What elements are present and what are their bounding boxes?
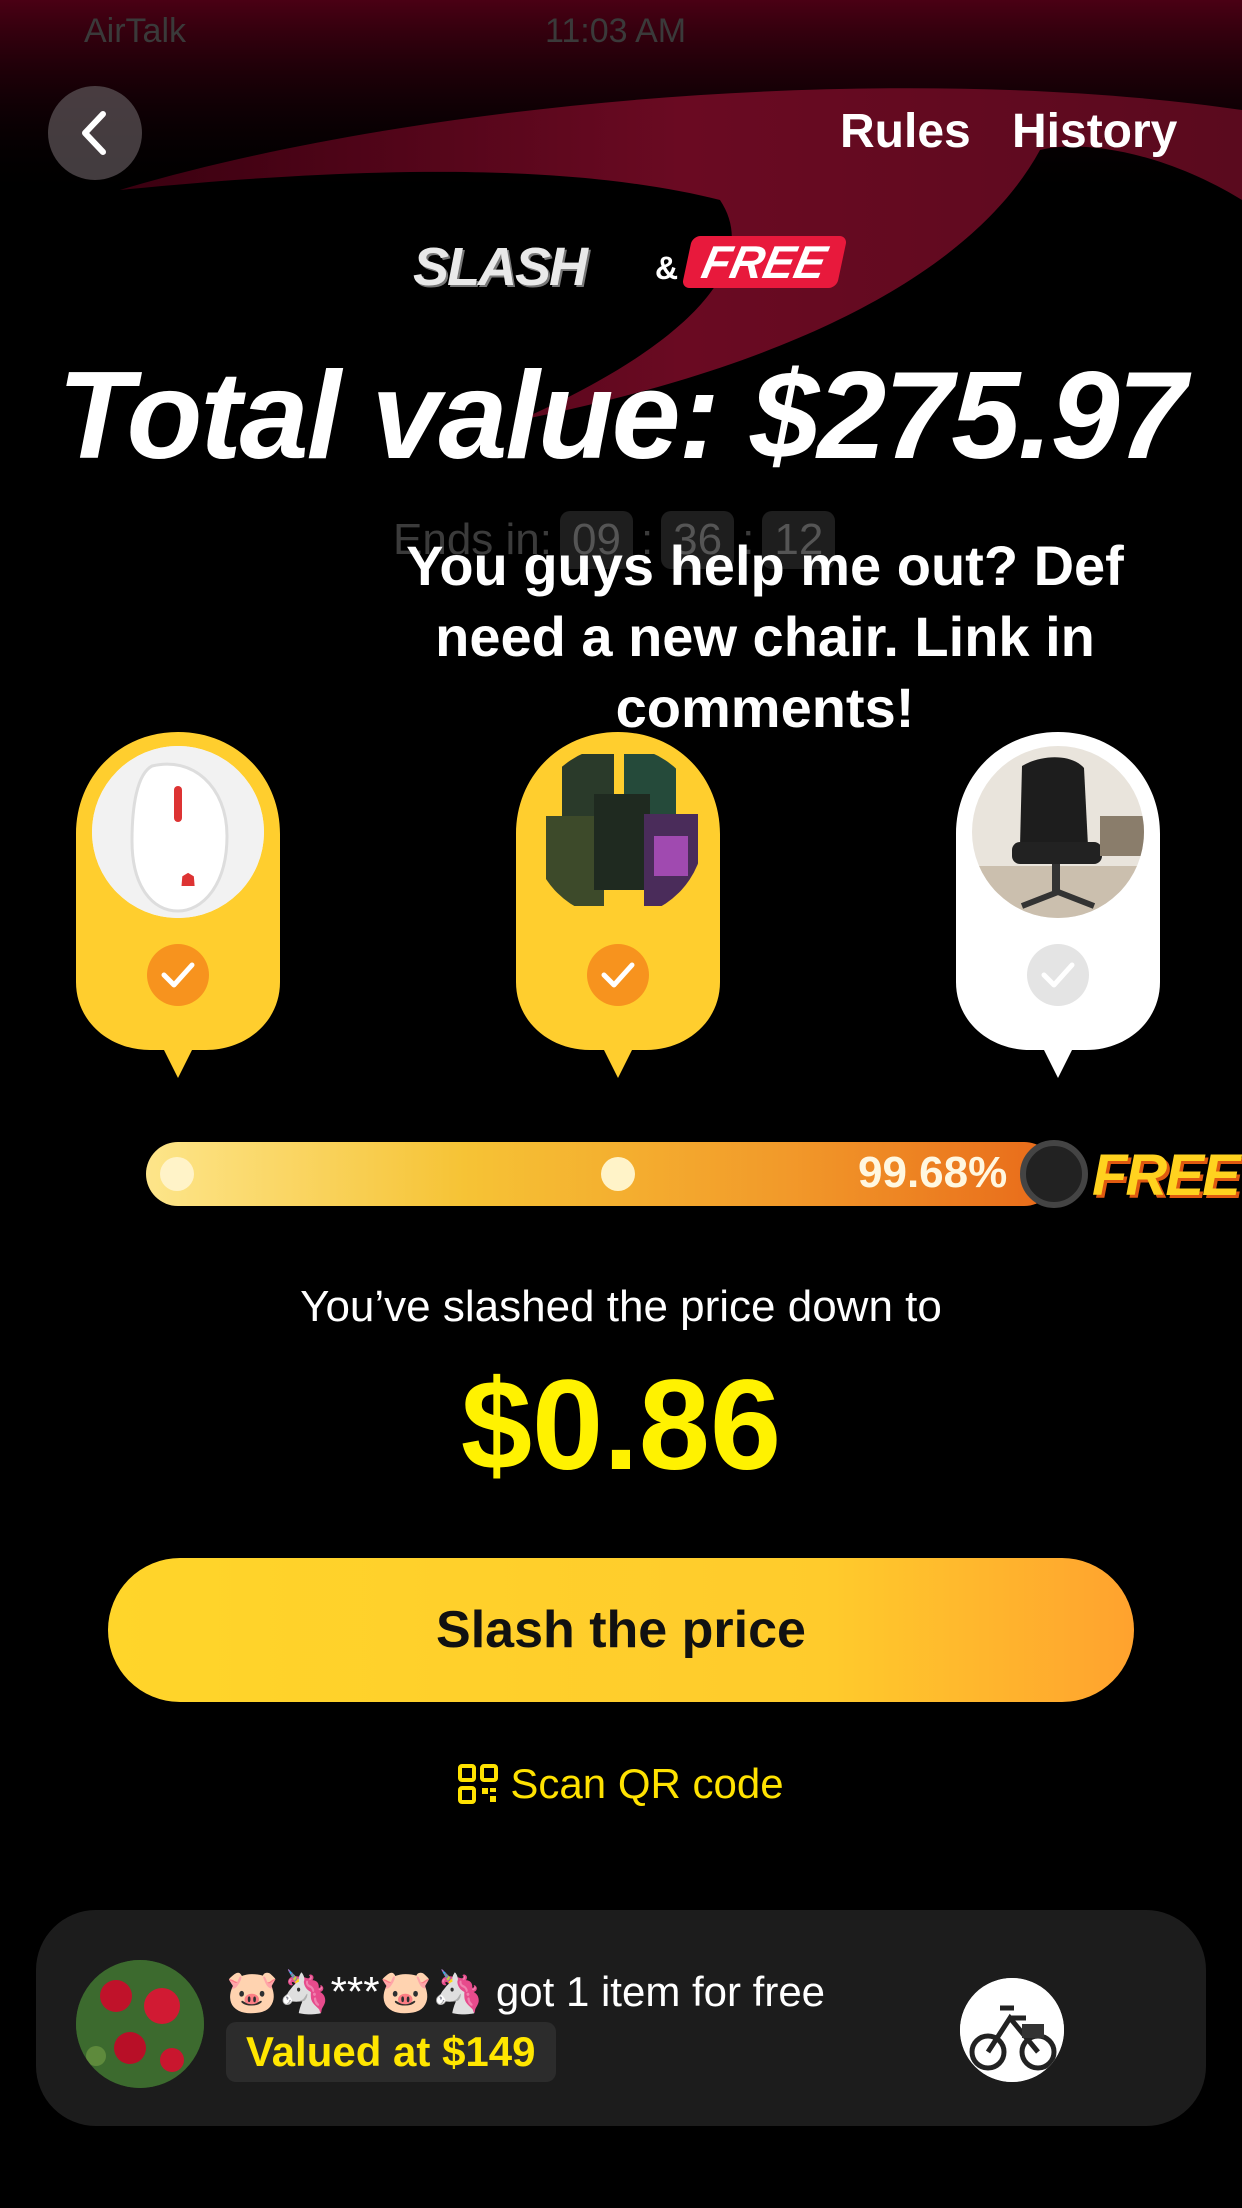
qr-code-icon xyxy=(458,1764,499,1804)
slash-and-free-logo: SLASH & FREE xyxy=(413,236,848,297)
scan-qr-link[interactable]: Scan QR code xyxy=(0,1760,1242,1808)
checked-icon xyxy=(587,944,649,1006)
total-value: Total value: $275.97 xyxy=(57,347,1186,485)
chevron-left-icon xyxy=(82,111,106,155)
winner-message: 🐷🦄***🐷🦄 got 1 item for free xyxy=(226,1968,826,2015)
unchecked-icon xyxy=(1027,944,1089,1006)
back-button[interactable] xyxy=(48,86,142,180)
slash-price-button[interactable]: Slash the price xyxy=(108,1558,1134,1702)
current-price: $0.86 xyxy=(460,1354,782,1497)
winner-valued-badge: Valued at $149 xyxy=(226,2022,556,2082)
mouse-product-image: ☗ xyxy=(92,746,264,918)
logo-amp-text: & xyxy=(655,250,679,286)
rules-link[interactable]: Rules xyxy=(840,104,971,159)
item-pin-office-chair[interactable] xyxy=(956,732,1160,1082)
chair-product-image xyxy=(972,746,1144,918)
winner-avatar xyxy=(76,1960,204,2088)
progress-final-dot xyxy=(1020,1140,1088,1208)
progress-percent: 99.68% xyxy=(858,1148,1008,1197)
svg-text:☗: ☗ xyxy=(180,870,196,890)
item-pin-magic-cards[interactable] xyxy=(516,732,720,1082)
checked-icon xyxy=(147,944,209,1006)
logo-slash-text: SLASH xyxy=(413,237,588,297)
clock: 11:03 AM xyxy=(545,12,687,50)
scan-qr-label: Scan QR code xyxy=(510,1760,784,1807)
item-pin-mouse[interactable]: ☗ xyxy=(76,732,280,1082)
slashed-price-label: You’ve slashed the price down to xyxy=(300,1282,942,1331)
logo-free-text: FREE xyxy=(681,236,848,288)
progress-milestone-dot xyxy=(160,1157,194,1191)
free-goal-badge: FREE xyxy=(1092,1143,1241,1208)
cards-product-image xyxy=(532,746,704,918)
winner-item-image xyxy=(960,1978,1064,2082)
video-caption: You guys help me out? Def need a new cha… xyxy=(406,534,1124,739)
progress-milestone-dot xyxy=(601,1157,635,1191)
history-link[interactable]: History xyxy=(1012,104,1177,159)
status-bar: AirTalk 11:03 AM xyxy=(0,0,1242,60)
carrier-label: AirTalk xyxy=(84,12,187,50)
